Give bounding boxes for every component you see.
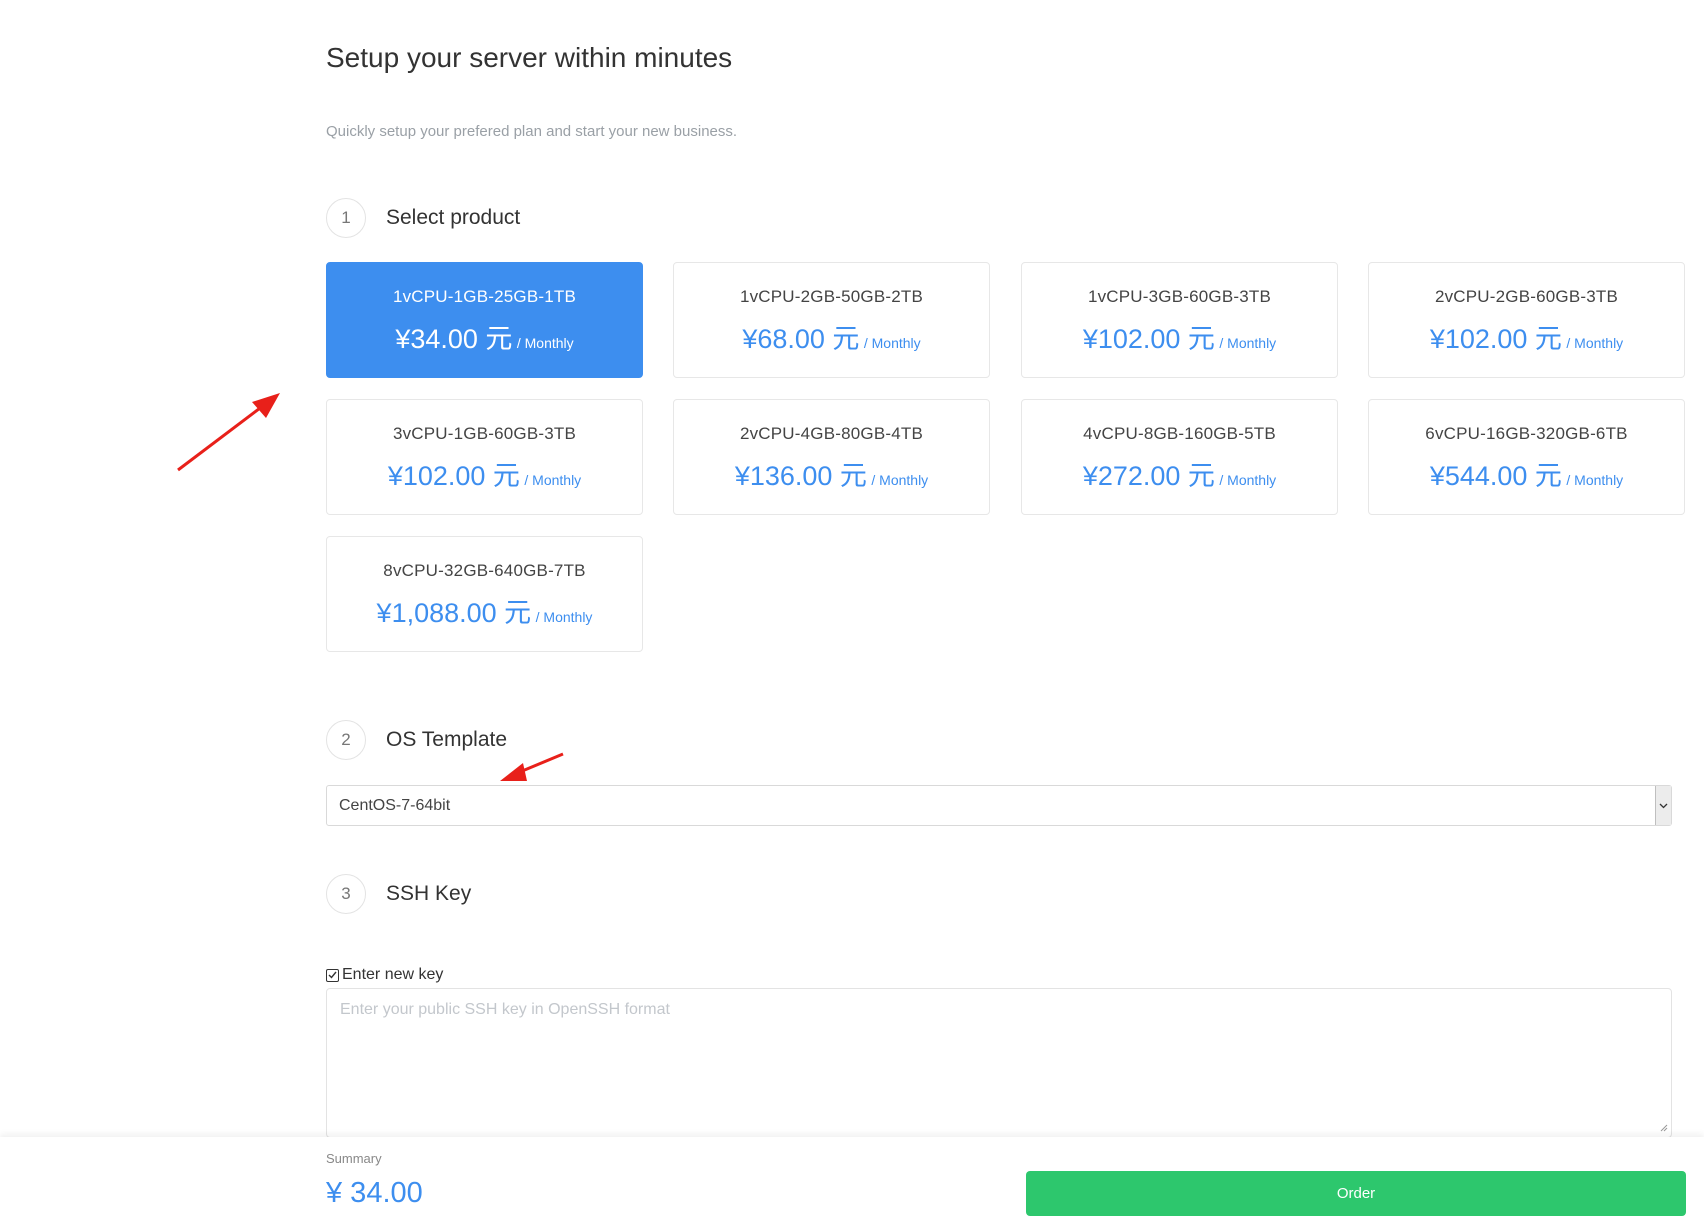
chevron-down-icon[interactable]: [1655, 786, 1671, 825]
price-amount: ¥1,088.00 元: [376, 598, 532, 628]
product-name: 2vCPU-2GB-60GB-3TB: [1434, 287, 1619, 306]
price-period: / Monthly: [1566, 335, 1624, 351]
product-name: 1vCPU-3GB-60GB-3TB: [1087, 287, 1272, 306]
price-period: / Monthly: [1219, 335, 1277, 351]
step-label: Select product: [386, 206, 521, 229]
step-ssh-key: 3 SSH Key: [326, 874, 471, 914]
product-price: ¥102.00 元 / Monthly: [1022, 317, 1337, 356]
product-price: ¥68.00 元 / Monthly: [674, 317, 989, 356]
os-template-select[interactable]: CentOS-7-64bit: [326, 785, 1672, 826]
page: Setup your server within minutes Quickly…: [0, 0, 1704, 1232]
resize-grip-icon[interactable]: [1660, 1124, 1668, 1134]
step-number: 2: [326, 720, 366, 760]
price-period: / Monthly: [1219, 472, 1277, 488]
price-period: / Monthly: [1566, 472, 1624, 488]
price-amount: ¥102.00 元: [1082, 324, 1215, 354]
product-price: ¥136.00 元 / Monthly: [674, 454, 989, 493]
summary-total: ¥ 34.00: [326, 1177, 423, 1209]
step-label: OS Template: [386, 728, 508, 751]
price-period: / Monthly: [524, 472, 582, 488]
new-key-checkbox-label: Enter new key: [342, 966, 444, 983]
product-card[interactable]: 2vCPU-4GB-80GB-4TB ¥136.00 元 / Monthly: [673, 399, 990, 515]
price-period: / Monthly: [863, 335, 921, 351]
price-amount: ¥102.00 元: [1429, 324, 1562, 354]
page-subtitle: Quickly setup your prefered plan and sta…: [326, 123, 738, 140]
ssh-key-placeholder: Enter your public SSH key in OpenSSH for…: [340, 1001, 670, 1018]
step-number: 3: [326, 874, 366, 914]
price-amount: ¥272.00 元: [1082, 461, 1215, 491]
product-card[interactable]: 4vCPU-8GB-160GB-5TB ¥272.00 元 / Monthly: [1021, 399, 1338, 515]
order-button[interactable]: Order: [1026, 1171, 1686, 1216]
product-price: ¥544.00 元 / Monthly: [1369, 454, 1684, 493]
step-select-product: 1 Select product: [326, 198, 520, 238]
price-period: / Monthly: [535, 609, 593, 625]
product-name: 2vCPU-4GB-80GB-4TB: [739, 424, 924, 443]
os-template-value: CentOS-7-64bit: [339, 796, 451, 814]
price-amount: ¥34.00 元: [395, 324, 513, 354]
product-price: ¥1,088.00 元 / Monthly: [327, 591, 642, 630]
page-title: Setup your server within minutes: [326, 42, 733, 73]
product-card[interactable]: 1vCPU-1GB-25GB-1TB ¥34.00 元 / Monthly: [326, 262, 643, 378]
new-key-checkbox-row[interactable]: Enter new key: [326, 966, 443, 984]
product-price: ¥34.00 元 / Monthly: [327, 317, 642, 356]
product-name: 8vCPU-32GB-640GB-7TB: [383, 561, 586, 580]
product-card[interactable]: 1vCPU-3GB-60GB-3TB ¥102.00 元 / Monthly: [1021, 262, 1338, 378]
product-card[interactable]: 8vCPU-32GB-640GB-7TB ¥1,088.00 元 / Month…: [326, 536, 643, 652]
check-icon[interactable]: [326, 968, 339, 982]
price-amount: ¥544.00 元: [1429, 461, 1562, 491]
product-card[interactable]: 1vCPU-2GB-50GB-2TB ¥68.00 元 / Monthly: [673, 262, 990, 378]
product-card[interactable]: 6vCPU-16GB-320GB-6TB ¥544.00 元 / Monthly: [1368, 399, 1685, 515]
product-name: 4vCPU-8GB-160GB-5TB: [1083, 424, 1276, 443]
price-amount: ¥102.00 元: [387, 461, 520, 491]
ssh-key-textarea[interactable]: Enter your public SSH key in OpenSSH for…: [326, 988, 1672, 1138]
product-price: ¥272.00 元 / Monthly: [1022, 454, 1337, 493]
product-name: 1vCPU-1GB-25GB-1TB: [392, 287, 577, 306]
price-period: / Monthly: [871, 472, 929, 488]
summary-bar: Summary ¥ 34.00 Order: [0, 1137, 1704, 1232]
product-name: 1vCPU-2GB-50GB-2TB: [739, 287, 924, 306]
annotation-arrow-icon: [500, 752, 564, 781]
product-card[interactable]: 3vCPU-1GB-60GB-3TB ¥102.00 元 / Monthly: [326, 399, 643, 515]
price-amount: ¥136.00 元: [734, 461, 867, 491]
annotation-arrow-icon: [177, 393, 280, 472]
step-label: SSH Key: [386, 882, 472, 905]
step-number: 1: [326, 198, 366, 238]
step-os-template: 2 OS Template: [326, 720, 507, 760]
product-price: ¥102.00 元 / Monthly: [1369, 317, 1684, 356]
product-name: 6vCPU-16GB-320GB-6TB: [1425, 424, 1628, 443]
product-name: 3vCPU-1GB-60GB-3TB: [392, 424, 577, 443]
price-period: / Monthly: [516, 335, 574, 351]
summary-label: Summary: [326, 1151, 382, 1166]
price-amount: ¥68.00 元: [742, 324, 860, 354]
product-price: ¥102.00 元 / Monthly: [327, 454, 642, 493]
product-card[interactable]: 2vCPU-2GB-60GB-3TB ¥102.00 元 / Monthly: [1368, 262, 1685, 378]
